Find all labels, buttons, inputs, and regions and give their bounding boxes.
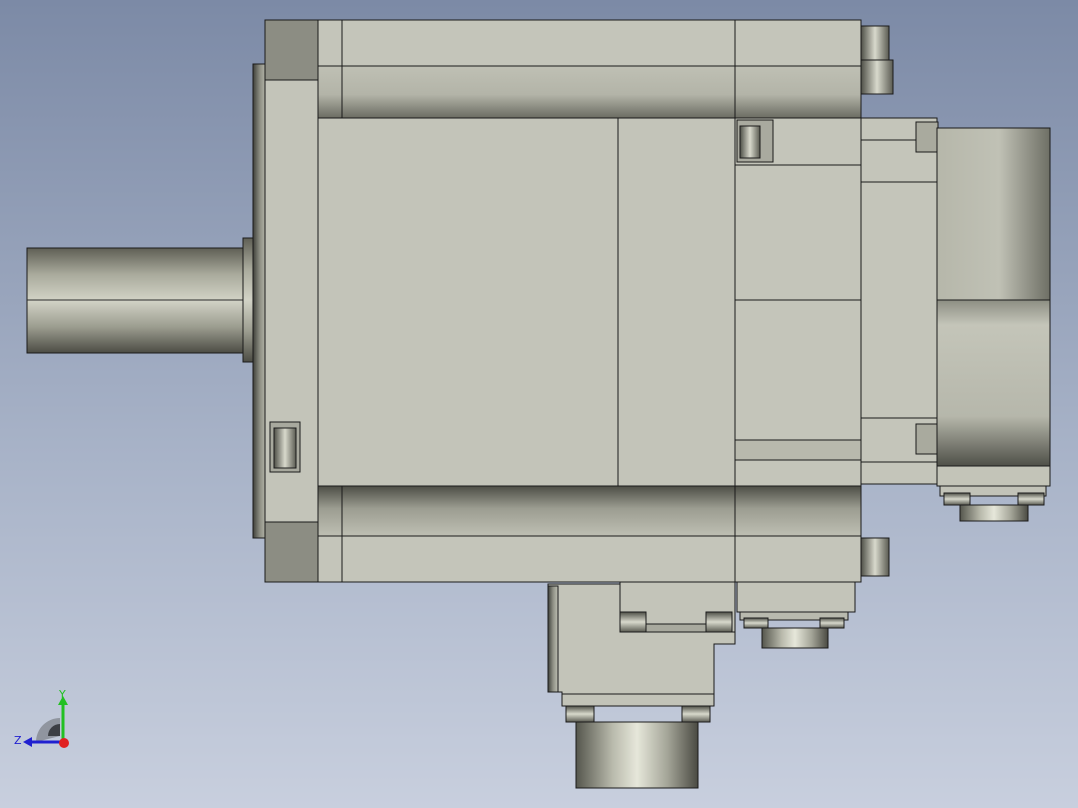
main-housing[interactable] (317, 117, 736, 487)
model-view[interactable] (0, 0, 1078, 808)
view-orientation-triad: Y Z (14, 688, 69, 748)
z-axis-arrow (23, 737, 32, 747)
graphics-viewport[interactable]: Y Z (0, 0, 1078, 808)
power-connector[interactable] (575, 721, 699, 789)
power-connector-housing[interactable] (547, 581, 736, 695)
rear-housing[interactable] (734, 117, 862, 487)
encoder-connector[interactable] (959, 504, 1029, 522)
x-axis-dot (59, 738, 69, 748)
y-axis-label: Y (58, 688, 66, 701)
servo-motor-model[interactable] (26, 19, 1051, 789)
brake-connector[interactable] (761, 627, 829, 649)
z-axis-label: Z (14, 734, 22, 747)
